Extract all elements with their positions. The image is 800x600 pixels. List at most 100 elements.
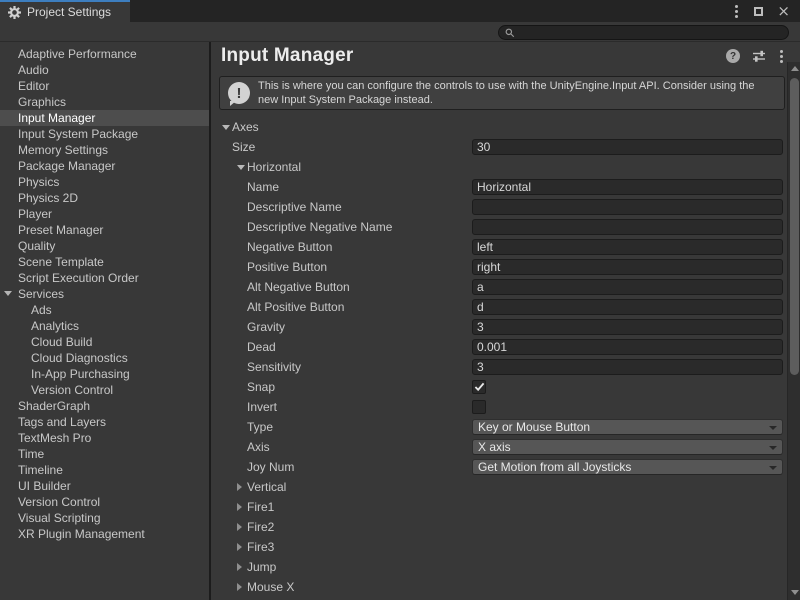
row-label-vertical[interactable]: Vertical [247,477,286,497]
invert-checkbox[interactable] [472,400,486,414]
sidebar-item-xr-plugin-management[interactable]: XR Plugin Management [0,526,209,542]
tab-project-settings[interactable]: Project Settings [0,0,130,22]
row-label-joy-num: Joy Num [247,457,294,477]
dead-input[interactable] [472,339,783,355]
maximize-button[interactable] [754,7,763,16]
foldout-open-icon[interactable] [237,165,245,170]
row-negative-button: Negative Button [211,237,786,257]
sidebar-item-memory-settings[interactable]: Memory Settings [0,142,209,158]
row-type: Type Key or Mouse Button [211,417,786,437]
name-input[interactable] [472,179,783,195]
descriptive-name-input[interactable] [472,199,783,215]
vertical-scrollbar[interactable] [787,62,800,600]
foldout-closed-icon[interactable] [237,523,242,531]
sidebar-item-scene-template[interactable]: Scene Template [0,254,209,270]
settings-sidebar: Adaptive PerformanceAudioEditor Graphics I… [0,42,211,600]
more-menu-icon[interactable] [778,48,785,65]
foldout-closed-icon[interactable] [237,583,242,591]
sidebar-item-visual-scripting[interactable]: Visual Scripting [0,510,209,526]
row-label-horizontal[interactable]: Horizontal [247,157,301,177]
close-button[interactable]: × [777,4,790,19]
row-label-alt-positive-button: Alt Positive Button [247,297,344,317]
sidebar-item-version-control[interactable]: Version Control [0,494,209,510]
sidebar-item-preset-manager[interactable]: Preset Manager [0,222,209,238]
sidebar-item-graphics[interactable]: Graphics [0,94,209,110]
sidebar-item-label: Input Manager [18,111,95,125]
row-label-fire1[interactable]: Fire1 [247,497,274,517]
alt-negative-button-input[interactable] [472,279,783,295]
descriptive-negative-name-input[interactable] [472,219,783,235]
row-axis: AxisX axis [211,437,786,457]
sidebar-item-timeline[interactable]: Timeline [0,462,209,478]
search-input[interactable] [515,27,782,39]
type-dropdown[interactable]: Key or Mouse Button [472,419,783,435]
row-label-axes[interactable]: Axes [232,117,259,137]
sidebar-item-in-app-purchasing[interactable]: In-App Purchasing [0,366,209,382]
sidebar-item-cloud-build[interactable]: Cloud Build [0,334,209,350]
row-alt-positive-button: Alt Positive Button [211,297,786,317]
alt-positive-button-input[interactable] [472,299,783,315]
sidebar-item-physics-2d[interactable]: Physics 2D [0,190,209,206]
row-label-type: Type [247,417,273,437]
row-label-name: Name [247,177,279,197]
sidebar-item-label: Graphics [18,95,66,109]
sidebar-item-cloud-diagnostics[interactable]: Cloud Diagnostics [0,350,209,366]
window-menu-button[interactable] [733,3,740,20]
foldout-closed-icon[interactable] [237,483,242,491]
sidebar-item-physics[interactable]: Physics [0,174,209,190]
sidebar-item-tags-and-layers[interactable]: Tags and Layers [0,414,209,430]
presets-icon[interactable] [752,50,766,62]
sidebar-item-quality[interactable]: Quality [0,238,209,254]
negative-button-input[interactable] [472,239,783,255]
sidebar-item-input-system-package[interactable]: Input System Package [0,126,209,142]
scroll-down-icon[interactable] [788,586,800,598]
sensitivity-input[interactable] [472,359,783,375]
row-label-descriptive-negative-name: Descriptive Negative Name [247,217,392,237]
sidebar-item-label: Cloud Build [31,335,92,349]
sidebar-item-player[interactable]: Player [0,206,209,222]
sidebar-item-label: Editor [18,79,49,93]
sidebar-item-package-manager[interactable]: Package Manager [0,158,209,174]
size-input[interactable] [472,139,783,155]
row-label-sensitivity: Sensitivity [247,357,301,377]
sidebar-item-label: Script Execution Order [18,271,139,285]
positive-button-input[interactable] [472,259,783,275]
sidebar-item-script-execution-order[interactable]: Script Execution Order [0,270,209,286]
gravity-input[interactable] [472,319,783,335]
foldout-open-icon[interactable] [4,291,12,296]
scrollbar-thumb[interactable] [790,78,799,375]
sidebar-item-label: Physics [18,175,59,189]
sidebar-item-version-control[interactable]: Version Control [0,382,209,398]
checkmark-icon [474,382,485,392]
sidebar-item-services[interactable]: Services [0,286,209,302]
foldout-closed-icon[interactable] [237,563,242,571]
sidebar-item-textmesh-pro[interactable]: TextMesh Pro [0,430,209,446]
row-label-jump[interactable]: Jump [247,557,276,577]
sidebar-item-ads[interactable]: Ads [0,302,209,318]
scroll-up-icon[interactable] [788,62,800,74]
sidebar-item-ui-builder[interactable]: UI Builder [0,478,209,494]
sidebar-item-analytics[interactable]: Analytics [0,318,209,334]
axis-dropdown[interactable]: X axis [472,439,783,455]
foldout-closed-icon[interactable] [237,543,242,551]
sidebar-item-label: Player [18,207,52,221]
search-box[interactable] [498,25,789,40]
window-body: Adaptive PerformanceAudioEditor Graphics I… [0,42,800,600]
foldout-open-icon[interactable] [222,125,230,130]
row-sensitivity: Sensitivity [211,357,786,377]
sidebar-item-editor[interactable]: Editor [0,78,209,94]
foldout-closed-icon[interactable] [237,503,242,511]
row-label-fire2[interactable]: Fire2 [247,517,274,537]
row-label-fire3[interactable]: Fire3 [247,537,274,557]
joy-num-dropdown[interactable]: Get Motion from all Joysticks [472,459,783,475]
help-icon[interactable]: ? [726,49,740,63]
gear-icon [8,6,21,19]
snap-checkbox[interactable] [472,380,486,394]
sidebar-item-input-manager[interactable]: Input Manager [0,110,209,126]
content-header: Input Manager ? [211,42,787,70]
sidebar-item-shadergraph[interactable]: ShaderGraph [0,398,209,414]
sidebar-item-audio[interactable]: Audio [0,62,209,78]
sidebar-item-time[interactable]: Time [0,446,209,462]
sidebar-item-adaptive-performance[interactable]: Adaptive Performance [0,46,209,62]
row-label-mouse-x[interactable]: Mouse X [247,577,294,597]
